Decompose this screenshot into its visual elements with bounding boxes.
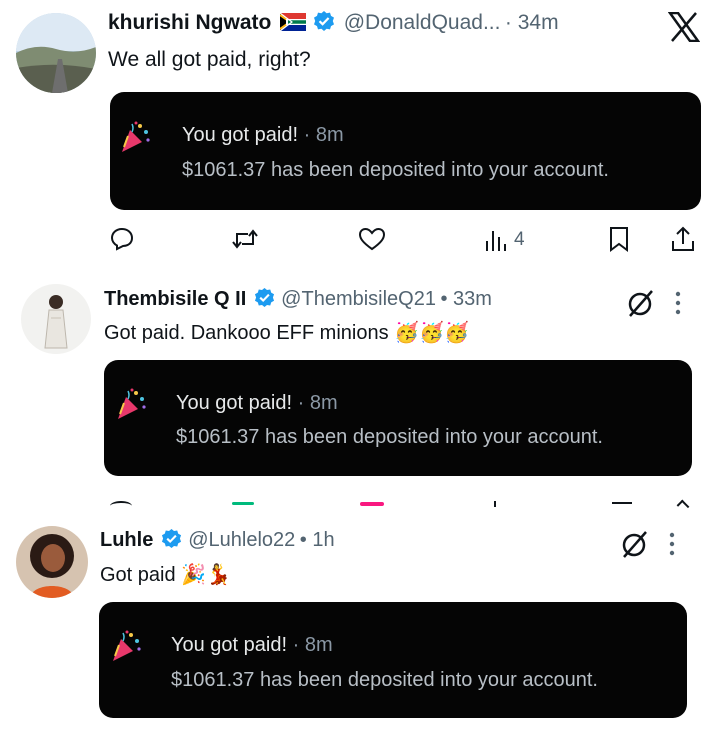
author-handle[interactable]: @DonaldQuad... — [344, 11, 501, 34]
grok-icon[interactable] — [620, 529, 650, 564]
author-name[interactable]: khurishi Ngwato — [108, 11, 271, 34]
notification-message: $1061.37 has been deposited into your ac… — [171, 669, 598, 691]
author-name[interactable]: Thembisile Q II — [104, 288, 246, 310]
notification-message: $1061.37 has been deposited into your ac… — [182, 159, 609, 181]
avatar[interactable] — [16, 526, 88, 598]
bookmark-icon[interactable] — [607, 226, 631, 257]
post-time[interactable]: • 33m — [440, 288, 491, 310]
x-logo-icon[interactable] — [667, 11, 701, 47]
party-popper-icon — [109, 629, 143, 663]
notification-message: $1061.37 has been deposited into your ac… — [176, 426, 603, 448]
notification-title: You got paid! — [171, 634, 288, 656]
author-name[interactable]: Luhle — [100, 529, 153, 551]
payment-notification[interactable]: You got paid! · 8m $1061.37 has been dep… — [110, 92, 701, 210]
reply-icon[interactable] — [109, 226, 135, 257]
views-icon[interactable] — [484, 227, 510, 258]
verified-badge-icon — [254, 287, 275, 313]
more-icon[interactable] — [668, 531, 676, 562]
notification-time: · 8m — [297, 392, 338, 414]
avatar[interactable] — [21, 284, 91, 354]
avatar[interactable] — [16, 13, 96, 93]
grok-icon[interactable] — [626, 288, 656, 323]
author-handle[interactable]: @Luhlelo22 — [188, 529, 295, 551]
notification-title: You got paid! — [182, 124, 299, 146]
retweet-icon[interactable] — [230, 226, 260, 257]
more-icon[interactable] — [674, 290, 682, 321]
share-icon[interactable] — [670, 225, 696, 258]
post-khurishi[interactable]: khurishi Ngwato @DonaldQuad... · 34m We … — [0, 0, 719, 262]
post-text: Got paid 🎉💃 — [100, 564, 231, 586]
notification-title: You got paid! — [176, 392, 293, 414]
party-popper-icon — [114, 387, 148, 421]
verified-badge-icon — [313, 10, 335, 37]
payment-notification[interactable]: You got paid! · 8m $1061.37 has been dep… — [99, 602, 687, 718]
author-handle[interactable]: @ThembisileQ21 — [281, 288, 436, 310]
views-count: 4 — [514, 229, 525, 250]
post-text: We all got paid, right? — [108, 48, 311, 71]
payment-notification[interactable]: You got paid! · 8m $1061.37 has been dep… — [104, 360, 692, 476]
post-thembisile[interactable]: Thembisile Q II @ThembisileQ21 • 33m Got… — [0, 262, 719, 510]
south-africa-flag-icon — [279, 12, 306, 36]
like-icon[interactable] — [358, 226, 386, 257]
notification-time: · 8m — [303, 124, 344, 146]
action-bar-clipped — [100, 499, 700, 510]
verified-badge-icon — [161, 528, 182, 554]
party-popper-icon — [118, 120, 152, 154]
post-luhle[interactable]: Luhle @Luhlelo22 • 1h Got paid 🎉💃 You go… — [0, 510, 719, 739]
notification-time: · 8m — [292, 634, 333, 656]
post-text: Got paid. Dankooo EFF minions 🥳🥳🥳 — [104, 322, 469, 344]
post-time[interactable]: · 34m — [505, 11, 559, 34]
post-time[interactable]: • 1h — [300, 529, 335, 551]
